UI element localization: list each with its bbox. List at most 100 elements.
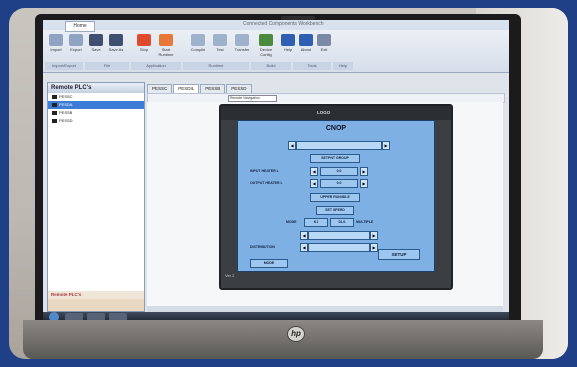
remote-plc-panel: Remote PLC's PESSC PESDIL PESSB PESSD Remot… [47,82,145,312]
ribbon-button-label: Export [70,47,82,52]
hmi-footer: Ver 2 [225,273,235,278]
document-tabs: PESSC PESDIL PESSB PESSD [147,84,507,94]
k2-button[interactable]: DLS [330,218,354,227]
hmi-screen: CNOP ◀ ▶ SETPNT GROUP INPUT HEATER L ◀ 0… [237,120,435,272]
ribbon-button-label: Save As [108,47,124,52]
setpoint-button[interactable]: SETPNT GROUP [310,154,360,163]
navigation-dropdown[interactable]: Remote Navigation [228,95,277,102]
setup-button[interactable]: SETUP [378,249,420,260]
ribbon-group-label: Help [333,62,353,70]
stop-button[interactable]: Stop [135,34,153,58]
mid-field[interactable] [308,231,370,240]
ribbon-button-label: Compile [190,47,206,52]
plc-list-item[interactable]: PESDIL [48,101,144,109]
distribution-field[interactable] [308,243,370,252]
input-value[interactable]: 0.0 [320,167,358,176]
taskbar [43,312,509,320]
hmi-header: LOGO [221,106,451,120]
output-heater-label: OUTPUT HEATER L [250,181,283,185]
save-icon [89,34,103,46]
test-icon [213,34,227,46]
transfer-button[interactable]: Transfer [233,34,251,58]
panel-title: Remote PLC's [48,83,144,93]
compile-button[interactable]: Compile [189,34,207,58]
mode-button[interactable]: MODE [250,259,288,268]
exit-icon [317,34,331,46]
ribbon-group-label: Build [251,62,291,70]
mid-left-arrow[interactable]: ◀ [300,231,308,240]
ribbon-button-label: Device Config [259,47,273,57]
input-right-arrow[interactable]: ▶ [360,167,368,176]
ribbon-group-label: File [85,62,129,70]
ribbon-button-label: Transfer [234,47,250,52]
laptop-screen: Home Connected Components Workbench Impo… [43,20,509,320]
ribbon-button-label: Test [216,47,224,52]
window-title: Connected Components Workbench [243,21,324,27]
left-arrow-button[interactable]: ◀ [288,141,296,150]
panel-footer: Remote PLC's [48,291,144,311]
export-button[interactable]: Export [67,34,85,58]
tab-home[interactable]: Home [65,21,95,32]
right-arrow-button[interactable]: ▶ [382,141,390,150]
distribution-label: DISTRIBUTION [250,245,275,249]
ribbon-button-label: Import [50,47,62,52]
plc-item-label: PESSD [59,118,73,123]
blue-frame: Home Connected Components Workbench Impo… [0,0,577,367]
about-button[interactable]: About [297,34,315,58]
hmi-logo: LOGO [317,110,331,115]
test-button[interactable]: Test [211,34,229,58]
top-field[interactable] [296,141,382,150]
import-button[interactable]: Import [47,34,65,58]
ribbon-button-label: Help [283,47,293,52]
exit-button[interactable]: Exit [315,34,333,58]
compile-icon [191,34,205,46]
help-button[interactable]: Help [279,34,297,58]
taskbar-app-3[interactable] [109,313,127,320]
ribbon-button-label: Save [91,47,101,52]
dist-right-arrow[interactable]: ▶ [370,243,378,252]
help-icon [281,34,295,46]
output-value[interactable]: 0.0 [320,179,358,188]
hp-logo-icon: hp [287,326,305,342]
save-as-button[interactable]: Save As [107,34,125,58]
plc-item-label: PESDIL [59,102,74,107]
ribbon-button-label: Stop [139,47,149,52]
laptop-base [23,320,543,359]
device-config-icon [259,34,273,46]
ribbon-button-label: About [300,47,312,52]
ribbon-group-label: Application [131,62,181,70]
import-icon [49,34,63,46]
photo: Home Connected Components Workbench Impo… [9,8,568,359]
save-button[interactable]: Save [87,34,105,58]
mid-right-arrow[interactable]: ▶ [370,231,378,240]
panel-footer-title[interactable]: Remote PLC's [48,291,144,299]
run-idle-button[interactable]: UPPER RUN/IDLE [310,193,360,202]
taskbar-app-1[interactable] [65,313,83,320]
plc-item-label: PESSB [59,110,73,115]
stop-icon [137,34,151,46]
set-speed-button[interactable]: SET SPEED [316,206,354,215]
plc-list-item[interactable]: PESSB [48,109,144,117]
ribbon-button-label: Start Runtime [158,47,174,57]
save-as-icon [109,34,123,46]
plc-list-item[interactable]: PESSD [48,117,144,125]
output-right-arrow[interactable]: ▶ [360,179,368,188]
mode-label: MODE [286,220,297,224]
input-left-arrow[interactable]: ◀ [310,167,318,176]
device-config-button[interactable]: Device Config [257,34,275,58]
output-left-arrow[interactable]: ◀ [310,179,318,188]
plc-icon [52,111,57,115]
k1-button[interactable]: K1 [304,218,328,227]
start-button[interactable] [49,312,59,320]
multiple-label: MULTIPLE [356,220,374,224]
hmi-panel: LOGO CNOP ◀ ▶ SETPNT GROUP INPUT HEATER … [219,104,453,290]
plc-icon [52,95,57,99]
start-runtime-button[interactable]: Start Runtime [157,34,175,58]
export-icon [69,34,83,46]
plc-item-label: PESSC [59,94,73,99]
about-icon [299,34,313,46]
plc-icon [52,119,57,123]
plc-list-item[interactable]: PESSC [48,93,144,101]
taskbar-app-2[interactable] [87,313,105,320]
dist-left-arrow[interactable]: ◀ [300,243,308,252]
